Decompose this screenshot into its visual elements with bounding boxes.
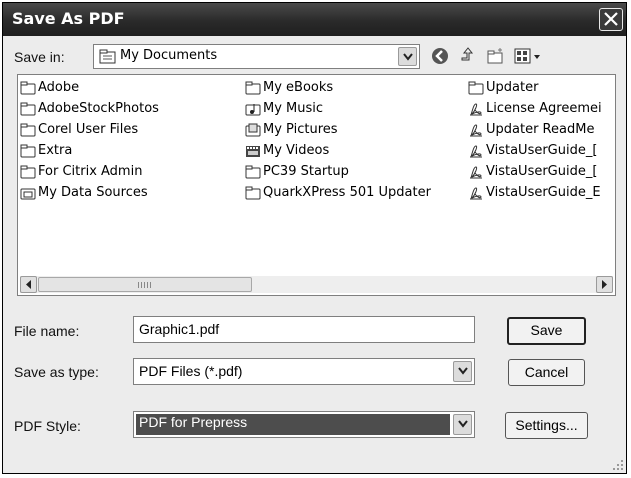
file-list-item-label: AdobeStockPhotos — [38, 101, 159, 116]
file-list-item[interactable]: VistaUserGuide_E — [468, 184, 614, 201]
pdf-style-value: PDF for Prepress — [139, 414, 248, 430]
file-list-item[interactable]: My Videos — [245, 142, 458, 159]
file-list-item-label: My Music — [263, 101, 324, 116]
scroll-right-button[interactable] — [596, 276, 613, 293]
file-list-item-label: VistaUserGuide_[ — [486, 164, 598, 179]
pdf-file-icon — [470, 144, 482, 157]
save-in-label: Save in: — [14, 49, 65, 65]
file-list-item[interactable]: My Data Sources — [20, 184, 242, 201]
view-menu-icon[interactable] — [513, 46, 543, 66]
file-list-item-label: My Videos — [263, 143, 330, 158]
save-type-select[interactable]: PDF Files (*.pdf) — [133, 358, 475, 385]
file-list-item[interactable]: My Pictures — [245, 121, 458, 138]
documents-folder-icon — [99, 49, 116, 64]
arrow-left-icon — [26, 280, 31, 289]
save-type-dropdown-arrow[interactable] — [453, 361, 472, 382]
file-name-label: File name: — [14, 323, 80, 339]
file-list-item-label: My Data Sources — [38, 185, 148, 200]
save-in-dropdown-arrow[interactable] — [398, 47, 417, 66]
folder-icon — [20, 123, 36, 136]
save-in-value: My Documents — [120, 48, 218, 63]
folder-icon — [20, 144, 36, 157]
close-icon — [604, 12, 618, 26]
title-bar[interactable]: Save As PDF — [3, 3, 626, 36]
music-folder-icon — [245, 103, 261, 115]
file-list-item-label: QuarkXPress 501 Updater — [263, 185, 431, 200]
file-list-item[interactable]: VistaUserGuide_[ — [468, 142, 614, 159]
folder-icon — [245, 165, 261, 178]
new-folder-icon[interactable] — [486, 46, 506, 66]
settings-button[interactable]: Settings... — [505, 412, 588, 439]
thumb-grip — [138, 282, 152, 288]
file-list-item-label: My eBooks — [263, 80, 334, 95]
file-list-item-label: My Pictures — [263, 122, 338, 137]
pdf-style-label: PDF Style: — [14, 418, 81, 434]
scroll-thumb[interactable] — [38, 277, 252, 292]
horizontal-scrollbar[interactable] — [20, 276, 613, 293]
folder-icon — [20, 81, 36, 94]
folder-icon — [245, 186, 261, 199]
file-list-item-label: VistaUserGuide_[ — [486, 143, 598, 158]
file-list-item[interactable]: VistaUserGuide_[ — [468, 163, 614, 180]
file-list-item-label: Corel User Files — [38, 122, 139, 137]
window-title: Save As PDF — [12, 9, 125, 28]
pdf-file-icon — [470, 165, 482, 178]
file-list-item[interactable]: Adobe — [20, 79, 242, 96]
pdf-style-dropdown-arrow[interactable] — [453, 414, 472, 435]
file-list-item[interactable]: License Agreemei — [468, 100, 614, 117]
save-as-pdf-dialog: Save As PDF Save in: My Documents Adobe … — [2, 2, 627, 474]
resize-grip-icon[interactable] — [612, 459, 624, 471]
file-list-item-label: Extra — [38, 143, 73, 158]
file-list-item-label: License Agreemei — [486, 101, 602, 116]
file-list-item-label: For Citrix Admin — [38, 164, 143, 179]
chevron-down-icon — [458, 367, 468, 375]
save-button[interactable]: Save — [507, 317, 586, 345]
pictures-folder-icon — [245, 123, 261, 136]
file-list-item[interactable]: For Citrix Admin — [20, 163, 242, 180]
file-name-input[interactable]: Graphic1.pdf — [133, 316, 475, 343]
up-folder-icon[interactable] — [459, 46, 479, 66]
back-icon[interactable] — [430, 46, 450, 66]
pdf-file-icon — [470, 123, 482, 136]
file-list[interactable]: Adobe AdobeStockPhotos Corel User Files Ext… — [17, 74, 616, 296]
chevron-down-icon — [458, 420, 468, 428]
file-list-item[interactable]: Extra — [20, 142, 242, 159]
pdf-file-icon — [470, 186, 482, 199]
file-list-item[interactable]: Updater ReadMe — [468, 121, 614, 138]
file-list-item-label: Adobe — [38, 80, 80, 95]
folder-icon — [20, 165, 36, 178]
file-list-item-label: PC39 Startup — [263, 164, 349, 179]
file-list-item[interactable]: QuarkXPress 501 Updater — [245, 184, 458, 201]
file-list-item[interactable]: PC39 Startup — [245, 163, 458, 180]
file-list-item-label: Updater ReadMe — [486, 122, 595, 137]
pdf-file-icon — [470, 102, 482, 115]
close-button[interactable] — [599, 8, 623, 31]
file-list-item[interactable]: My Music — [245, 100, 458, 117]
save-in-dropdown[interactable]: My Documents — [93, 44, 420, 69]
file-list-item-label: Updater — [486, 80, 539, 95]
datasrc-folder-icon — [20, 188, 36, 199]
chevron-down-icon — [403, 53, 413, 61]
file-list-item[interactable]: My eBooks — [245, 79, 458, 96]
folder-icon — [468, 81, 484, 94]
scroll-left-button[interactable] — [20, 276, 37, 293]
save-type-label: Save as type: — [14, 364, 99, 380]
file-list-item[interactable]: AdobeStockPhotos — [20, 100, 242, 117]
folder-icon — [20, 102, 36, 115]
file-list-item[interactable]: Corel User Files — [20, 121, 242, 138]
arrow-right-icon — [602, 280, 607, 289]
cancel-button[interactable]: Cancel — [508, 359, 585, 386]
videos-folder-icon — [246, 145, 260, 157]
pdf-style-select[interactable]: PDF for Prepress — [133, 411, 475, 438]
folder-icon — [245, 81, 261, 94]
save-type-value: PDF Files (*.pdf) — [139, 363, 243, 379]
file-list-item[interactable]: Updater — [468, 79, 614, 96]
file-list-item-label: VistaUserGuide_E — [486, 185, 601, 200]
